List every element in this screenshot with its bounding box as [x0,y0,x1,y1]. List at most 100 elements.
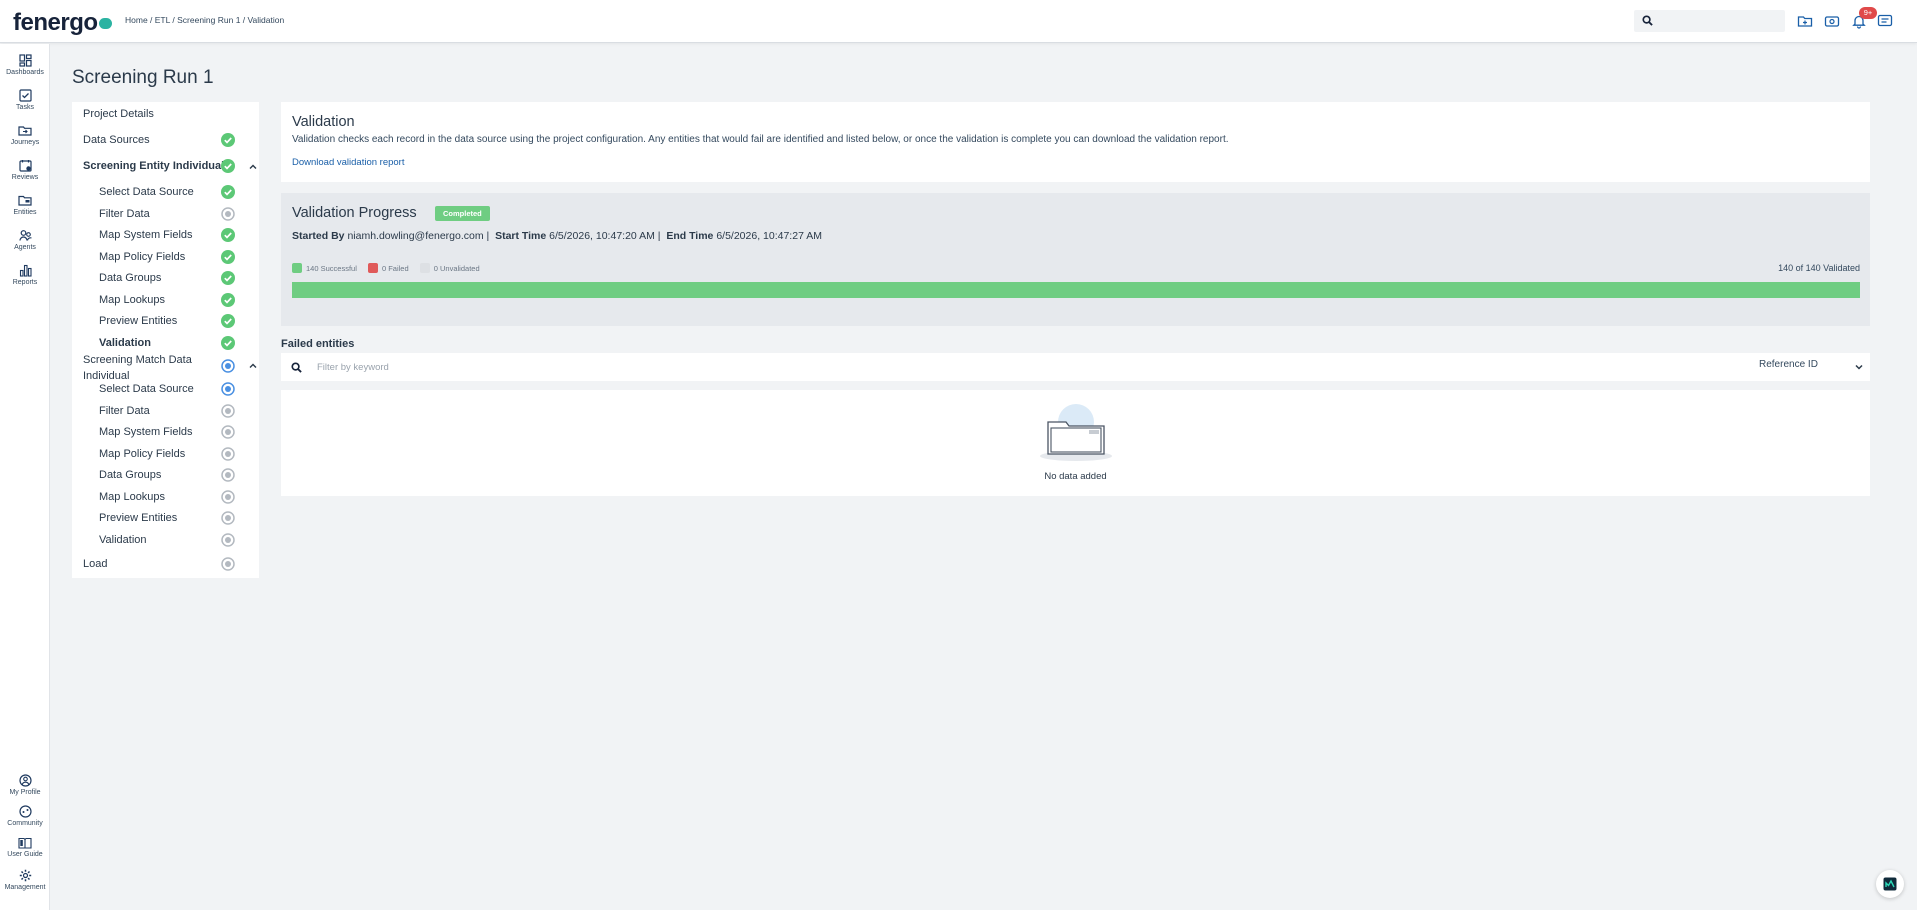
nav-journeys[interactable]: Journeys [0,124,50,146]
pending-circle-icon [221,557,235,571]
inbox-icon[interactable] [1824,13,1840,29]
legend-label: 140 Successful [306,264,357,273]
check-circle-icon [221,133,235,147]
reviews-icon [18,160,32,172]
progress-bar [292,282,1860,298]
nav-label: Entities [13,209,37,216]
step-group-screening-entity-individual[interactable]: Screening Entity Individual [83,160,224,172]
step-map-lookups[interactable]: Map Lookups [99,491,165,503]
chevron-up-icon[interactable] [248,162,258,172]
nav-label: Dashboards [6,69,44,76]
step-load[interactable]: Load [83,558,107,570]
entities-icon [18,195,32,206]
check-circle-icon [221,314,235,328]
global-search[interactable] [1634,10,1785,32]
nav-label: Journeys [10,139,40,146]
check-circle-icon [221,250,235,264]
step-map-system-fields[interactable]: Map System Fields [99,229,193,241]
step-group-screening-match-data-individual[interactable]: Screening Match Data Individual [83,352,192,384]
select-value: Reference ID [1759,359,1818,370]
step-data-groups[interactable]: Data Groups [99,469,161,481]
page-title: Screening Run 1 [72,67,214,88]
profile-icon [18,774,32,787]
nav-user-guide[interactable]: User Guide [0,837,50,858]
nav-agents[interactable]: Agents [0,229,50,251]
download-validation-report-link[interactable]: Download validation report [292,157,404,168]
reference-id-select[interactable]: Reference ID [1759,359,1864,375]
legend-swatch-unvalidated [419,263,430,273]
journeys-icon [18,126,32,136]
nav-tasks[interactable]: Tasks [0,89,50,111]
end-time-value: 6/5/2026, 10:47:27 AM [716,230,822,242]
nav-label: Reviews [11,174,39,181]
started-by-value: niamh.dowling@fenergo.com [347,230,484,242]
nav-dashboards[interactable]: Dashboards [0,54,50,76]
progress-bar-fill [292,282,1860,298]
step-preview-entities[interactable]: Preview Entities [99,315,177,327]
pending-circle-icon [221,533,235,547]
assistant-chat-button[interactable] [1876,870,1904,898]
step-filter-data[interactable]: Filter Data [99,405,150,417]
step-data-groups[interactable]: Data Groups [99,272,161,284]
step-data-sources[interactable]: Data Sources [83,134,150,146]
legend-failed: 0 Failed [367,263,409,273]
step-filter-data[interactable]: Filter Data [99,208,150,220]
legend-label: 0 Unvalidated [433,264,480,273]
step-validation[interactable]: Validation [99,534,147,546]
search-input[interactable] [1658,12,1778,30]
validated-count: 140 of 140 Validated [1778,263,1860,273]
failed-entities-filter-bar: Reference ID [281,353,1870,381]
legend-swatch-failed [367,263,378,273]
failed-entities-empty-state: No data added [281,390,1870,496]
nav-label: Tasks [16,104,34,111]
start-time-value: 6/5/2026, 10:47:20 AM [549,230,655,242]
check-circle-icon [221,228,235,242]
step-select-data-source[interactable]: Select Data Source [99,186,194,198]
check-circle-icon [221,185,235,199]
filter-by-keyword-input[interactable] [317,358,717,376]
run-metadata: Started By niamh.dowling@fenergo.com | S… [292,230,822,242]
step-map-policy-fields[interactable]: Map Policy Fields [99,448,185,460]
step-project-details[interactable]: Project Details [83,108,154,120]
validation-title: Validation [292,114,355,130]
guide-icon [18,837,32,849]
dashboard-icon [18,54,32,67]
nav-management[interactable]: Management [0,869,50,891]
nav-entities[interactable]: Entities [0,194,50,216]
fenergo-logo[interactable]: fenergo [13,9,112,37]
chevron-up-icon[interactable] [248,361,258,371]
step-map-policy-fields[interactable]: Map Policy Fields [99,251,185,263]
pending-circle-icon [221,490,235,504]
nav-reports[interactable]: Reports [0,264,50,286]
step-select-data-source[interactable]: Select Data Source [99,383,194,395]
start-time-label: Start Time [495,230,547,242]
tasks-icon [18,89,32,102]
check-circle-icon [221,293,235,307]
gear-icon [19,869,31,882]
step-map-lookups[interactable]: Map Lookups [99,294,165,306]
group-title-line: Individual [83,370,130,382]
chevron-down-icon [1855,364,1863,370]
nav-my-profile[interactable]: My Profile [0,774,50,796]
in-progress-circle-icon [221,382,235,396]
nav-community[interactable]: Community [0,805,50,827]
started-by-label: Started By [292,230,345,242]
pending-circle-icon [221,404,235,418]
nav-label: Community [7,820,43,827]
pending-circle-icon [221,447,235,461]
legend-swatch-success [292,263,302,273]
folder-icon[interactable] [1797,13,1813,29]
step-validation-active[interactable]: Validation [99,337,151,349]
chat-icon[interactable] [1877,13,1893,29]
step-preview-entities[interactable]: Preview Entities [99,512,177,524]
pending-circle-icon [221,425,235,439]
nav-reviews[interactable]: Reviews [0,159,50,181]
step-map-system-fields[interactable]: Map System Fields [99,426,193,438]
validation-card: Validation Validation checks each record… [281,102,1870,182]
in-progress-circle-icon [221,359,235,373]
agents-icon [18,230,32,241]
reports-icon [19,264,32,277]
legend-label: 0 Failed [381,264,409,273]
breadcrumb[interactable]: Home / ETL / Screening Run 1 / Validatio… [125,15,284,25]
nav-label: User Guide [7,851,43,858]
